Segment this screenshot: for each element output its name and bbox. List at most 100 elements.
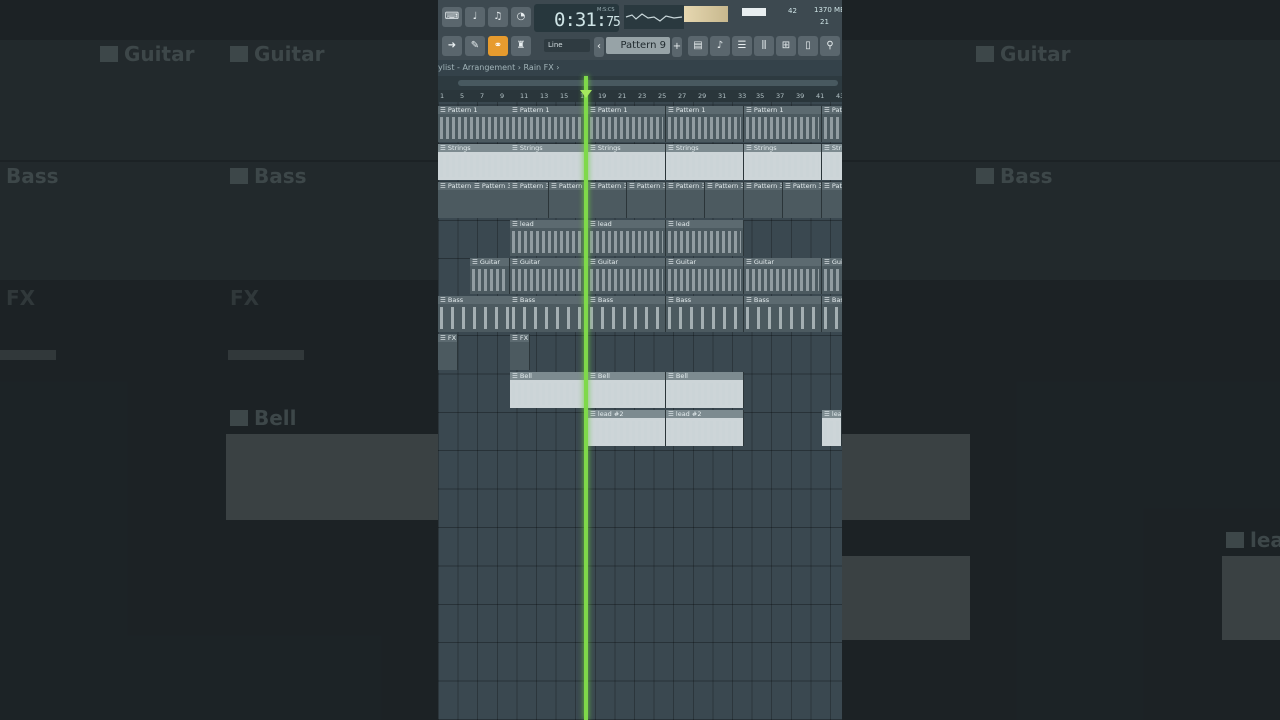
ruler-bar-43: 43 — [836, 92, 842, 100]
blend-notes-button[interactable]: ♫ — [488, 7, 508, 27]
snap-select[interactable]: Line — [544, 39, 590, 52]
clip-guitar[interactable]: ☰ Guitar — [470, 258, 510, 294]
clip-lead2[interactable]: ☰ lead #2 — [666, 410, 744, 446]
clip-bass[interactable]: ☰ Bass — [822, 296, 842, 332]
clip-label: ☰ Pattern 3 — [438, 182, 477, 190]
channel-rack-icon[interactable]: ☰ — [732, 36, 752, 56]
clip-pattern3[interactable]: ☰ Pattern 3 — [744, 182, 783, 218]
typing-keyboard-button[interactable]: ⌨ — [442, 7, 462, 27]
clip-pattern1[interactable]: ☰ Pattern 1 — [438, 106, 516, 142]
clip-label: ☰ Pattern 3 — [472, 182, 511, 190]
clip-label: ☰ Pattern 1 — [588, 106, 665, 114]
clip-notes — [512, 307, 585, 329]
clip-notes — [668, 155, 741, 177]
clip-pattern3[interactable]: ☰ Pattern 3 — [549, 182, 588, 218]
clip-pattern3[interactable]: ☰ Pattern 3 — [588, 182, 627, 218]
clip-strings[interactable]: ☰ Strings — [822, 144, 842, 180]
link-icon[interactable]: ⚭ — [488, 36, 508, 56]
pattern-add-button[interactable]: + — [672, 37, 682, 57]
clip-pattern1[interactable]: ☰ Pattern 1 — [588, 106, 666, 142]
clip-notes — [590, 307, 663, 329]
scrollbar-thumb[interactable] — [458, 80, 838, 86]
clip-pattern1[interactable]: ☰ Pattern 1 — [822, 106, 842, 142]
clip-pattern1[interactable]: ☰ Pattern 1 — [666, 106, 744, 142]
draw-tool-icon[interactable]: ✎ — [465, 36, 485, 56]
ruler-bar-5: 5 — [460, 92, 465, 100]
clip-notes — [668, 421, 741, 443]
clip-lead2[interactable]: ☰ lead #2 — [588, 410, 666, 446]
clip-strings[interactable]: ☰ Strings — [510, 144, 588, 180]
clip-pattern3[interactable]: ☰ Pattern 3 — [705, 182, 744, 218]
clip-label: ☰ Strings — [438, 144, 515, 152]
clip-pattern1[interactable]: ☰ Pattern 1 — [744, 106, 822, 142]
clip-notes — [746, 117, 819, 139]
song-time-display[interactable]: M:S:CS 0:31:75 — [534, 4, 621, 32]
clip-fx[interactable]: ☰ FX — [438, 334, 458, 370]
pattern-prev-button[interactable]: ‹ — [594, 37, 604, 57]
clip-guitar[interactable]: ☰ Guitar — [822, 258, 842, 294]
clip-pattern3[interactable]: ☰ Pattern 3 — [783, 182, 822, 218]
clip-label: ☰ Bell — [588, 372, 665, 380]
playhead-marker-icon[interactable] — [580, 90, 592, 98]
clip-pattern3[interactable]: ☰ Pattern 3 — [627, 182, 666, 218]
mixer-icon[interactable]: ⫼ — [754, 36, 774, 56]
clip-fx[interactable]: ☰ FX — [510, 334, 530, 370]
clip-label: ☰ Pattern 3 — [705, 182, 744, 190]
clip-pattern3[interactable]: ☰ Pattern 3 — [510, 182, 549, 218]
clip-label: ☰ Pattern 1 — [744, 106, 821, 114]
arrow-right-icon[interactable]: ➜ — [442, 36, 462, 56]
clip-label: ☰ Pattern 1 — [822, 106, 842, 114]
clip-label: ☰ Bass — [588, 296, 665, 304]
clip-notes — [512, 269, 585, 291]
clip-strings[interactable]: ☰ Strings — [744, 144, 822, 180]
playlist-icon[interactable]: ▤ — [688, 36, 708, 56]
clip-guitar[interactable]: ☰ Guitar — [666, 258, 744, 294]
clip-notes — [590, 155, 663, 177]
plugin-picker-icon[interactable]: ▯ — [798, 36, 818, 56]
clip-label: ☰ Bass — [744, 296, 821, 304]
browser-icon[interactable]: ⊞ — [776, 36, 796, 56]
step-edit-button[interactable]: ♩ — [465, 7, 485, 27]
clip-lead[interactable]: ☰ lead — [666, 220, 744, 256]
clip-label: ☰ Bass — [666, 296, 743, 304]
metronome-button[interactable]: ◔ — [511, 7, 531, 27]
horizontal-scrollbar[interactable] — [438, 76, 842, 90]
stamp-icon[interactable]: ♜ — [511, 36, 531, 56]
clip-bell[interactable]: ☰ Bell — [588, 372, 666, 408]
clip-bass[interactable]: ☰ Bass — [438, 296, 516, 332]
breadcrumb[interactable]: ylist - Arrangement › Rain FX › — [438, 61, 842, 74]
playlist-tracks[interactable]: ☰ Pattern 1 ☰ Pattern 1 ☰ Pattern 1 ☰ Patte… — [438, 102, 842, 720]
clip-label: ☰ lead #2 — [822, 410, 842, 418]
playhead[interactable] — [584, 76, 588, 720]
clip-bell[interactable]: ☰ Bell — [510, 372, 588, 408]
clip-pattern3[interactable]: ☰ Pattern 3 — [822, 182, 842, 218]
fl-studio-window: ⌨ ♩ ♫ ◔ M:S:CS 0:31:75 42 1370 MB 21 ➜ ✎… — [438, 0, 842, 720]
clip-lead2[interactable]: ☰ lead #2 — [822, 410, 842, 446]
clip-label: ☰ lead #2 — [666, 410, 743, 418]
clip-bass[interactable]: ☰ Bass — [666, 296, 744, 332]
clip-strings[interactable]: ☰ Strings — [666, 144, 744, 180]
waveform-monitor — [624, 5, 684, 29]
pattern-selector[interactable]: Pattern 9 — [606, 37, 670, 54]
help-icon[interactable]: ⚲ — [820, 36, 840, 56]
clip-label: ☰ Pattern 3 — [666, 182, 705, 190]
clip-pattern1[interactable]: ☰ Pattern 1 — [510, 106, 588, 142]
ruler-bar-35: 35 — [756, 92, 765, 100]
clip-guitar[interactable]: ☰ Guitar — [588, 258, 666, 294]
clip-guitar[interactable]: ☰ Guitar — [744, 258, 822, 294]
clip-pattern3[interactable]: ☰ Pattern 3 — [666, 182, 705, 218]
clip-strings[interactable]: ☰ Strings — [588, 144, 666, 180]
clip-bell[interactable]: ☰ Bell — [666, 372, 744, 408]
clip-lead[interactable]: ☰ lead — [588, 220, 666, 256]
clip-lead[interactable]: ☰ lead — [510, 220, 588, 256]
clip-bass[interactable]: ☰ Bass — [510, 296, 588, 332]
timeline-ruler[interactable]: 15791113151719212325272931333537394143 — [438, 90, 842, 102]
clip-bass[interactable]: ☰ Bass — [744, 296, 822, 332]
ruler-bar-39: 39 — [796, 92, 805, 100]
clip-pattern3[interactable]: ☰ Pattern 3 — [472, 182, 511, 218]
clip-notes — [512, 231, 585, 253]
piano-roll-icon[interactable]: ♪ — [710, 36, 730, 56]
clip-bass[interactable]: ☰ Bass — [588, 296, 666, 332]
clip-strings[interactable]: ☰ Strings — [438, 144, 516, 180]
clip-guitar[interactable]: ☰ Guitar — [510, 258, 588, 294]
